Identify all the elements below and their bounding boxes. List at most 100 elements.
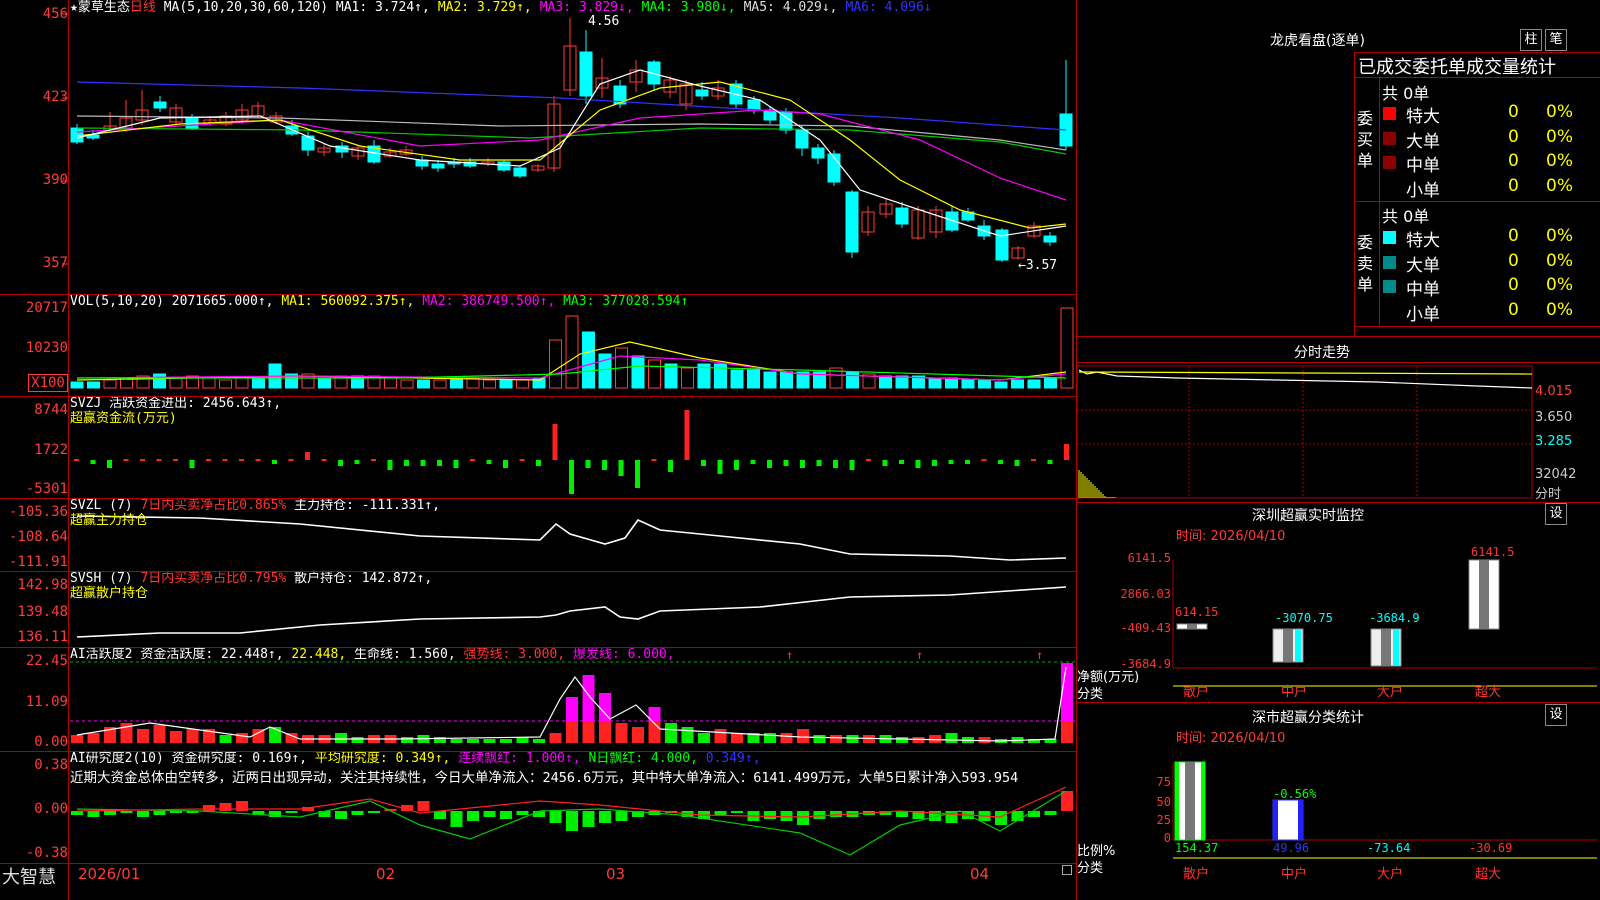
order-color-swatch bbox=[1383, 156, 1396, 169]
sz-value: 614.15 bbox=[1175, 605, 1218, 619]
vol-bar bbox=[318, 377, 331, 389]
order-row-name: 小单 bbox=[1406, 180, 1440, 201]
tick-mode-button[interactable]: 笔 bbox=[1545, 29, 1567, 51]
activity-bar bbox=[1061, 663, 1073, 721]
order-row-val: 0 bbox=[1508, 151, 1519, 171]
activity-bar bbox=[335, 733, 347, 743]
order-row-val: 0 bbox=[1508, 299, 1519, 320]
order-row-val: 0 bbox=[1508, 250, 1519, 271]
vol-unit-badge[interactable]: X100 bbox=[28, 374, 68, 392]
research-bar bbox=[1011, 811, 1024, 821]
order-color-swatch bbox=[1383, 280, 1396, 293]
order-row-val: 0 bbox=[1508, 226, 1519, 246]
fenshi-axis-0: 4.015 bbox=[1535, 384, 1573, 399]
activity-bar bbox=[483, 739, 496, 743]
activity-bar bbox=[1061, 721, 1073, 743]
research-bar bbox=[714, 811, 727, 815]
flow-bar bbox=[387, 460, 393, 470]
ai-activity-panel[interactable]: ↑ ↑ ↑ AI活跃度2 资金活跃度: 22.448↑, 22.448, 生命线: … bbox=[0, 647, 1077, 751]
flow-bar bbox=[783, 460, 789, 466]
ai1-axis-0: 22.45 bbox=[25, 653, 68, 669]
intraday-chart[interactable] bbox=[1077, 362, 1600, 502]
candle-body bbox=[795, 129, 809, 149]
activity-bar bbox=[236, 733, 248, 743]
ma-value-6: MA6: 4.096↓ bbox=[845, 0, 932, 15]
fenshi-axis-1: 3.650 bbox=[1535, 410, 1573, 425]
lock-icon[interactable] bbox=[1062, 865, 1072, 875]
star-icon: ★ bbox=[70, 0, 78, 15]
ma-value-1: MA1: 3.724↑, bbox=[335, 0, 430, 15]
activity-bar bbox=[599, 721, 611, 743]
cls-top-label: -0.56% bbox=[1273, 787, 1317, 801]
period-label[interactable]: 日线 bbox=[130, 0, 156, 15]
research-bar bbox=[219, 803, 232, 811]
research-bar bbox=[87, 811, 100, 817]
vol-bar bbox=[235, 377, 249, 389]
flow-bar bbox=[618, 460, 624, 476]
vol-bar bbox=[846, 371, 859, 389]
vol-bar bbox=[400, 379, 414, 389]
vol-header: VOL(5,10,20) 2071665.000↑, MA1: 560092.3… bbox=[70, 294, 689, 309]
svsh-panel[interactable]: SVSH (7) 7日内买卖净占比0.795% 散户持仓: 142.872↑, … bbox=[0, 571, 1077, 647]
bar-mode-button[interactable]: 柱 bbox=[1520, 29, 1542, 51]
date-2: 02 bbox=[376, 865, 396, 883]
svzj-axis-1: 1722 bbox=[34, 442, 68, 458]
research-bar bbox=[1061, 791, 1073, 811]
research-bar bbox=[1028, 811, 1040, 817]
date-4: 04 bbox=[970, 865, 990, 883]
svzj-axis-2: -5301 bbox=[25, 481, 68, 497]
activity-bar bbox=[599, 693, 611, 721]
ma-label: MA(5,10,20,30,60,120) bbox=[163, 0, 329, 15]
order-row-pct: 0% bbox=[1546, 299, 1573, 320]
activity-bar bbox=[219, 735, 232, 743]
svzl-panel[interactable]: SVZL (7) 7日内买卖净占比0.865% 主力持仓: -111.331↑,… bbox=[0, 498, 1077, 571]
stat-title: 已成交委托单成交量统计 bbox=[1358, 57, 1556, 78]
ai-research-panel[interactable]: AI研究度2(10) 资金研究度: 0.169↑, 平均研究度: 0.349↑,… bbox=[0, 751, 1077, 863]
vol-panel[interactable]: VOL(5,10,20) 2071665.000↑, MA1: 560092.3… bbox=[0, 294, 1077, 396]
fenshi-axis-3: 32042 bbox=[1535, 467, 1577, 482]
vol-bar bbox=[153, 373, 166, 389]
signal-arrow: ↑ bbox=[1036, 648, 1043, 662]
research-bar bbox=[764, 811, 776, 819]
activity-bar bbox=[566, 697, 578, 721]
candle-body bbox=[895, 207, 909, 225]
vol-bar bbox=[928, 377, 942, 389]
sz-bar-shade bbox=[1479, 560, 1489, 629]
flow-bar bbox=[882, 460, 888, 466]
activity-bar bbox=[71, 735, 83, 743]
research-bar bbox=[549, 811, 562, 823]
flow-bar bbox=[915, 460, 921, 468]
research-bar bbox=[417, 801, 430, 811]
svzj-header: SVZJ 活跃资金进出: 2456.643↑, bbox=[70, 396, 282, 411]
high-label: 4.56 bbox=[588, 14, 620, 29]
stock-name[interactable]: 蒙草生态 bbox=[78, 0, 130, 15]
sz-axis-label: 6141.5 bbox=[1128, 551, 1171, 565]
flow-bar bbox=[239, 459, 244, 461]
sz-bar-accent bbox=[1295, 629, 1301, 662]
fenshi-title: 分时走势 bbox=[1294, 345, 1350, 361]
flow-bar bbox=[90, 460, 96, 464]
flow-bar bbox=[734, 460, 739, 470]
ai-comment: 近期大资金总体由空转多，近两日出现异动，关注其持续性，今日大单净流入：2456.… bbox=[70, 770, 1019, 786]
flow-bar bbox=[717, 460, 723, 474]
svzj-panel[interactable]: SVZJ 活跃资金进出: 2456.643↑, 超赢资金流(万元) 8744 1… bbox=[0, 396, 1077, 498]
flow-bar bbox=[437, 460, 442, 466]
sell-total: 共 0单 bbox=[1382, 207, 1430, 226]
candle-body bbox=[811, 147, 825, 159]
vol-bar bbox=[681, 367, 694, 389]
activity-bar bbox=[714, 729, 727, 743]
fenshi-axis-2: 3.285 bbox=[1535, 434, 1573, 449]
cls-category: 散户 bbox=[1183, 866, 1209, 882]
vol-bar bbox=[763, 371, 777, 389]
flow-bar bbox=[321, 459, 327, 461]
order-row-pct: 0% bbox=[1546, 175, 1573, 196]
ai2-axis-0: 0.38 bbox=[34, 757, 68, 773]
kline-panel[interactable]: ★蒙草生态日线 MA(5,10,20,30,60,120) MA1: 3.724… bbox=[0, 0, 1077, 294]
activity-bar bbox=[582, 675, 595, 721]
candle-body bbox=[695, 89, 709, 97]
vol-bar bbox=[499, 379, 513, 389]
flow-bar bbox=[206, 459, 211, 461]
activity-bar bbox=[582, 721, 595, 743]
activity-bar bbox=[170, 731, 182, 743]
svzj-axis-0: 8744 bbox=[34, 402, 68, 418]
